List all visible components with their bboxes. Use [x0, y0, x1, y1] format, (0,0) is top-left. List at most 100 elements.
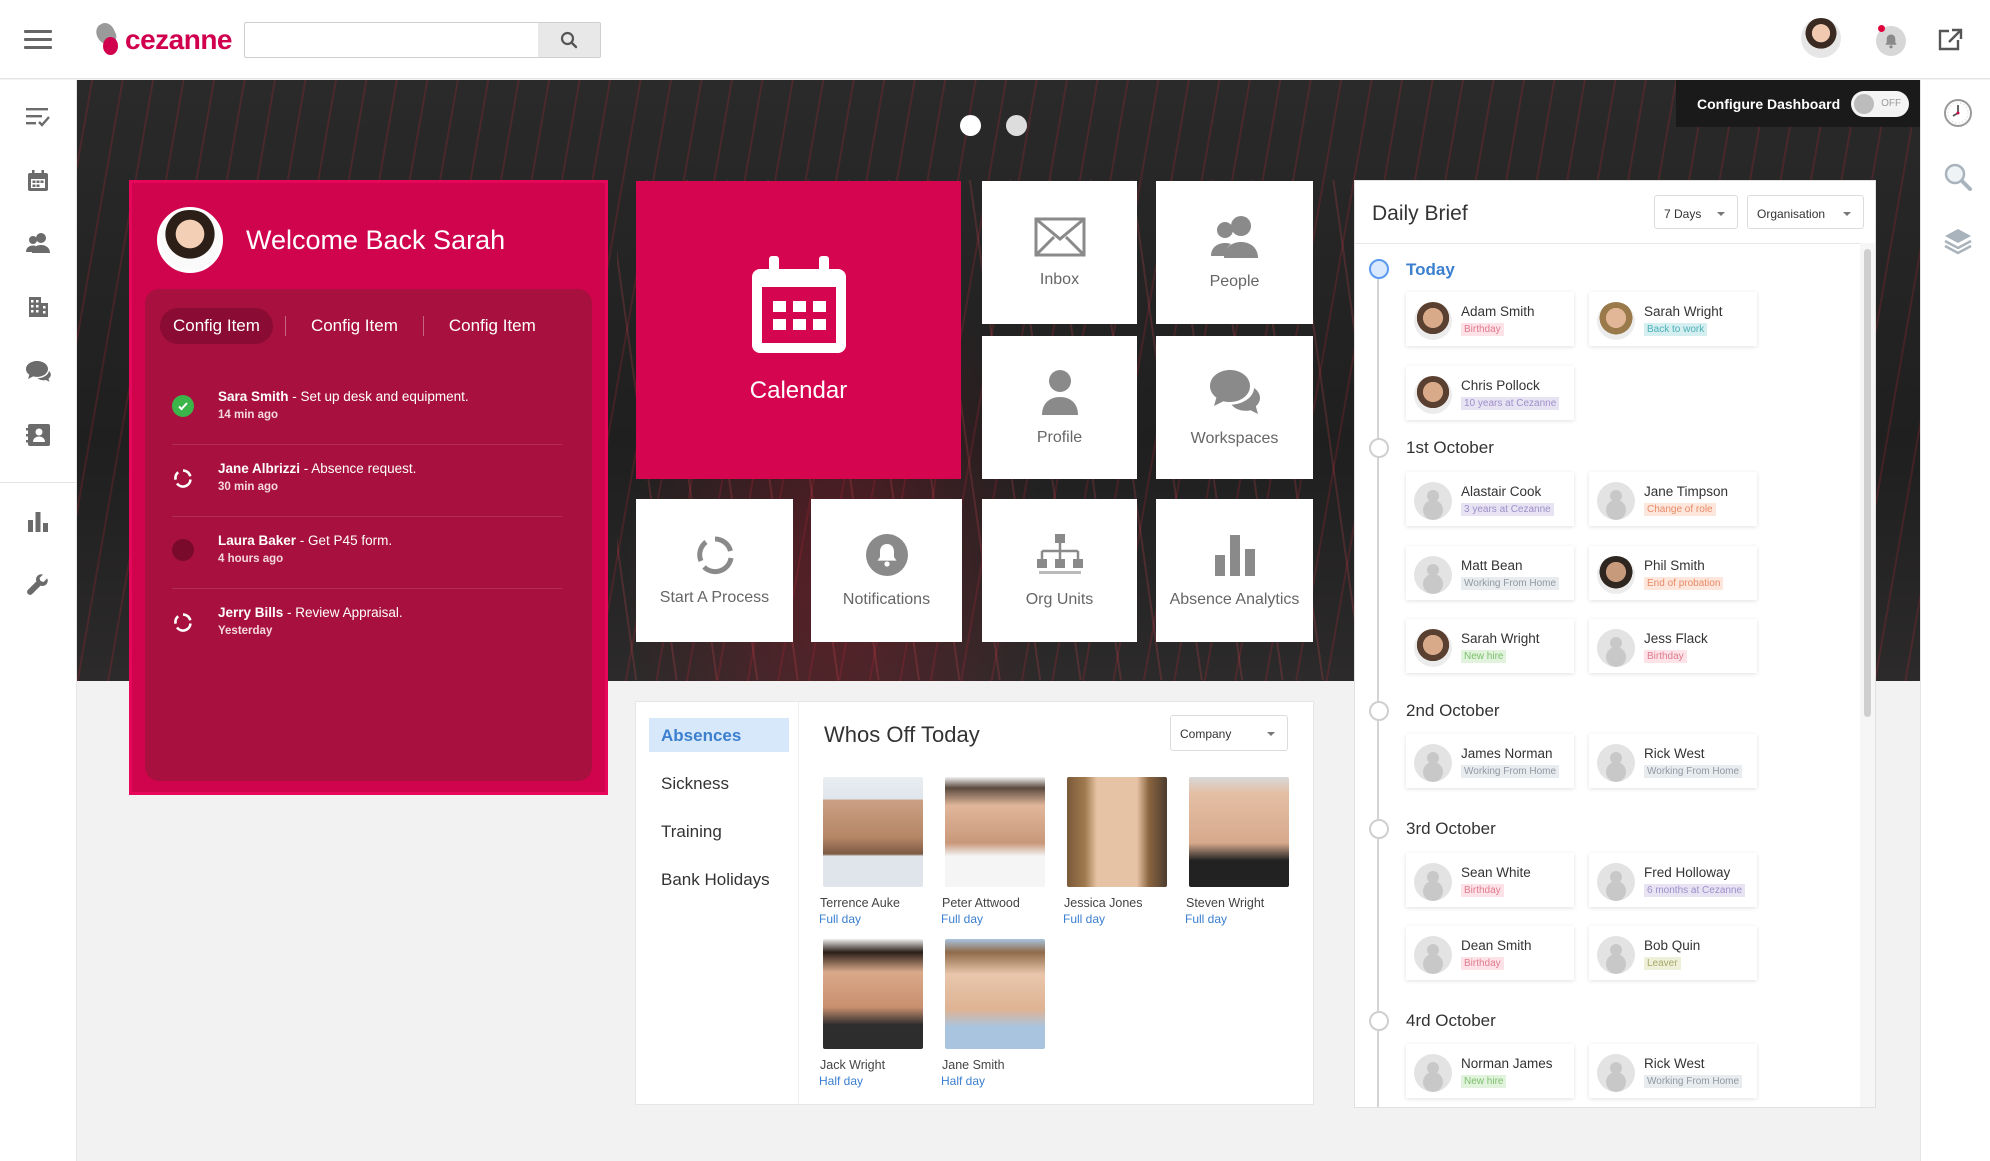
logo[interactable]: cezanne — [93, 20, 233, 58]
person-card[interactable]: Terrence Auke Full day — [819, 777, 923, 926]
magnifier-icon[interactable] — [1943, 162, 1973, 192]
tile-calendar[interactable]: Calendar — [636, 181, 961, 479]
person-duration: Full day — [1185, 912, 1228, 926]
entry-tag: Change of role — [1644, 503, 1716, 516]
brief-entry[interactable]: James Norman Working From Home — [1406, 734, 1574, 788]
avatar — [1597, 482, 1635, 520]
avatar — [1597, 744, 1635, 782]
person-name: Jessica Jones — [1064, 896, 1143, 910]
entry-name: Rick West — [1644, 746, 1705, 761]
directory-icon[interactable] — [24, 421, 52, 449]
notification-dot — [1878, 25, 1885, 32]
tile-inbox[interactable]: Inbox — [982, 181, 1137, 324]
scope-select[interactable]: Organisation — [1747, 195, 1864, 229]
brief-entry[interactable]: Phil Smith End of probation — [1589, 546, 1757, 600]
calendar-icon[interactable] — [24, 167, 52, 195]
people-tile-icon — [1210, 215, 1258, 258]
nav-training[interactable]: Training — [649, 814, 789, 848]
organisation-icon[interactable] — [24, 293, 52, 321]
layers-icon[interactable] — [1943, 226, 1973, 256]
entry-name: Phil Smith — [1644, 558, 1705, 573]
person-card[interactable]: Jack Wright Half day — [819, 939, 923, 1088]
tile-people[interactable]: People — [1156, 181, 1313, 324]
brief-entry[interactable]: Alastair Cook 3 years at Cezanne — [1406, 472, 1574, 526]
scrollbar-thumb[interactable] — [1864, 249, 1871, 717]
settings-wrench-icon[interactable] — [24, 571, 52, 599]
notifications-button[interactable] — [1876, 25, 1906, 56]
user-avatar[interactable] — [1801, 18, 1841, 58]
brief-entry[interactable]: Jane Timpson Change of role — [1589, 472, 1757, 526]
company-select[interactable]: Company — [1170, 715, 1288, 751]
tile-absence-analytics[interactable]: Absence Analytics — [1156, 499, 1313, 642]
people-icon[interactable] — [24, 229, 52, 257]
menu-icon[interactable] — [24, 30, 52, 50]
config-tab-1[interactable]: Config Item — [160, 308, 273, 344]
check-icon — [172, 395, 194, 417]
brief-entry[interactable]: Sean White Birthday — [1406, 853, 1574, 907]
bell-icon — [1885, 34, 1897, 49]
entry-name: Dean Smith — [1461, 938, 1532, 953]
calendar-tile-icon — [751, 256, 846, 353]
entry-tag: Working From Home — [1644, 765, 1743, 778]
task-item[interactable]: Laura Baker - Get P45 form. 4 hours ago — [172, 517, 562, 589]
nav-sickness[interactable]: Sickness — [649, 766, 789, 800]
brief-entry[interactable]: Fred Holloway 6 months at Cezanne — [1589, 853, 1757, 907]
entry-tag: 3 years at Cezanne — [1461, 503, 1554, 516]
popout-icon[interactable] — [1937, 28, 1963, 52]
entry-tag: Birthday — [1461, 323, 1504, 336]
brief-entry[interactable]: Matt Bean Working From Home — [1406, 546, 1574, 600]
search-button[interactable] — [538, 23, 600, 57]
config-tabs: Config Item Config Item Config Item — [160, 308, 561, 344]
tile-label: Org Units — [1025, 590, 1094, 608]
brief-entry[interactable]: Sarah Wright New hire — [1406, 619, 1574, 673]
carousel-dot-1[interactable] — [960, 115, 981, 136]
nav-absences[interactable]: Absences — [649, 718, 789, 752]
brief-entry[interactable]: Bob Quin Leaver — [1589, 926, 1757, 980]
period-select[interactable]: 7 Days — [1654, 195, 1738, 229]
tile-profile[interactable]: Profile — [982, 336, 1137, 479]
config-tab-3[interactable]: Config Item — [436, 308, 549, 344]
entry-name: Sarah Wright — [1461, 631, 1540, 646]
brief-entry[interactable]: Rick West Working From Home — [1589, 1044, 1757, 1098]
task-item[interactable]: Jane Albrizzi - Absence request. 30 min … — [172, 445, 562, 517]
logo-mark — [93, 20, 121, 57]
scope-select-value: Organisation — [1757, 207, 1826, 221]
brief-entry[interactable]: Sarah Wright Back to work — [1589, 292, 1757, 346]
carousel-dot-2[interactable] — [1006, 115, 1027, 136]
brief-entry[interactable]: Chris Pollock 10 years at Cezanne — [1406, 366, 1574, 420]
brief-entry[interactable]: Norman James New hire — [1406, 1044, 1574, 1098]
tile-workspaces[interactable]: Workspaces — [1156, 336, 1313, 479]
sidebar-divider — [0, 482, 77, 483]
person-duration: Full day — [1063, 912, 1106, 926]
daily-brief-panel: Daily Brief 7 Days Organisation Today Ad… — [1354, 180, 1876, 1108]
tasks-icon[interactable] — [24, 103, 52, 131]
person-card[interactable]: Jane Smith Half day — [941, 939, 1045, 1088]
entry-name: Sean White — [1461, 865, 1531, 880]
brief-entry[interactable]: Adam Smith Birthday — [1406, 292, 1574, 346]
brief-entry[interactable]: Rick West Working From Home — [1589, 734, 1757, 788]
day-heading: 1st October — [1406, 438, 1494, 457]
brief-entry[interactable]: Jess Flack Birthday — [1589, 619, 1757, 673]
person-name: Terrence Auke — [820, 896, 900, 910]
tile-org-units[interactable]: Org Units — [982, 499, 1137, 642]
brief-scrollbar[interactable] — [1860, 243, 1875, 1107]
person-name: Steven Wright — [1186, 896, 1265, 910]
person-card[interactable]: Steven Wright Full day — [1185, 777, 1289, 926]
tile-start-process[interactable]: Start A Process — [636, 499, 793, 642]
task-item[interactable]: Jerry Bills - Review Appraisal. Yesterda… — [172, 589, 562, 661]
person-card[interactable]: Jessica Jones Full day — [1063, 777, 1167, 926]
person-card[interactable]: Peter Attwood Full day — [941, 777, 1045, 926]
bar-chart-icon — [1214, 534, 1255, 576]
chat-icon[interactable] — [24, 357, 52, 385]
search-input[interactable] — [244, 22, 601, 58]
entry-tag: Working From Home — [1461, 577, 1560, 590]
clock-icon[interactable] — [1943, 98, 1973, 128]
entry-name: Fred Holloway — [1644, 865, 1731, 880]
brief-entry[interactable]: Dean Smith Birthday — [1406, 926, 1574, 980]
reports-icon[interactable] — [24, 507, 52, 535]
configure-dashboard-toggle[interactable]: OFF — [1851, 90, 1910, 117]
tile-notifications[interactable]: Notifications — [811, 499, 962, 642]
config-tab-2[interactable]: Config Item — [298, 308, 411, 344]
nav-bank-holidays[interactable]: Bank Holidays — [649, 862, 789, 896]
task-item[interactable]: Sara Smith - Set up desk and equipment. … — [172, 373, 562, 445]
